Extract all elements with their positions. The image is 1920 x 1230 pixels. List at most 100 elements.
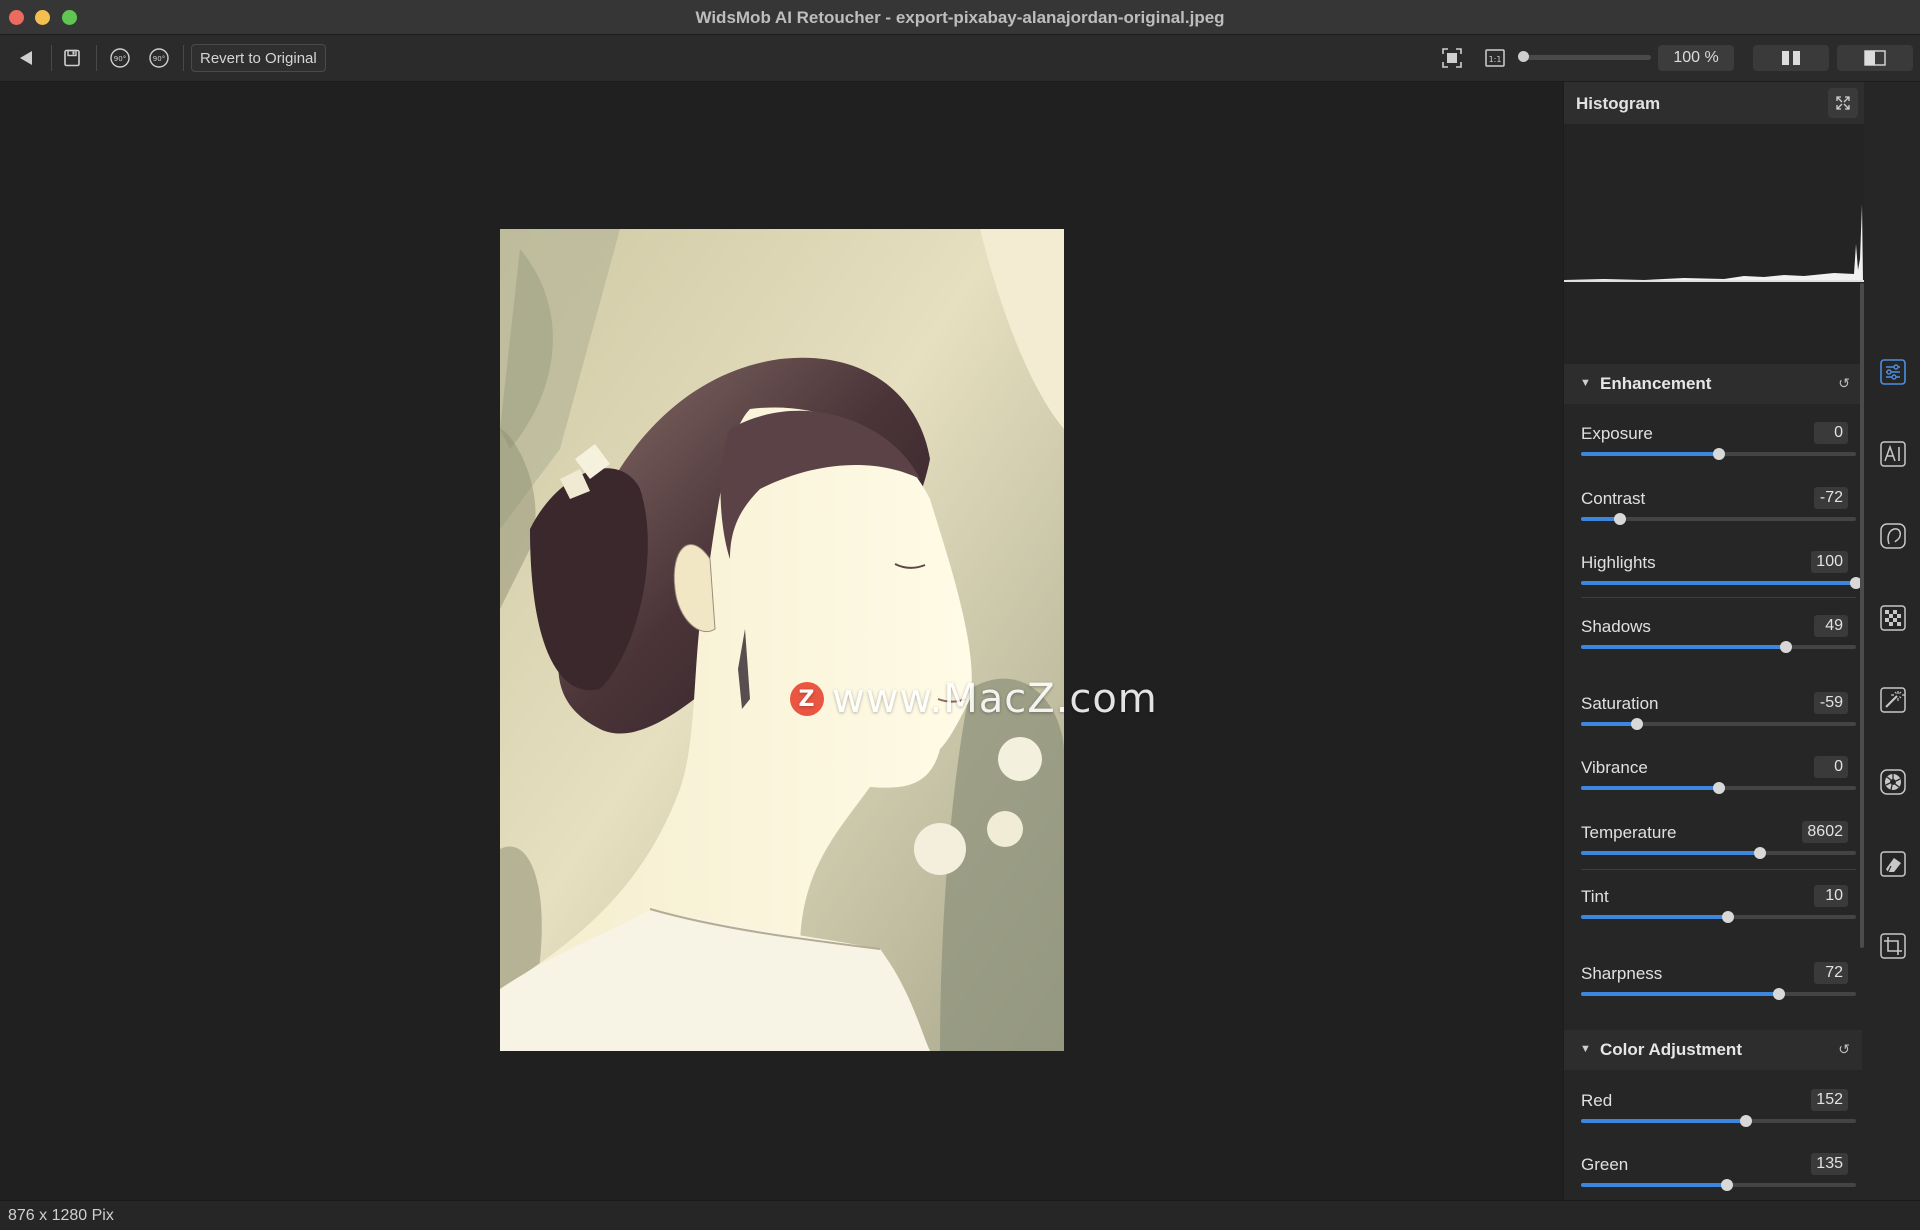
slider-track[interactable] bbox=[1581, 448, 1856, 460]
slider-fill bbox=[1581, 915, 1729, 919]
noise-icon[interactable] bbox=[1878, 603, 1908, 633]
magic-wand-icon[interactable] bbox=[1878, 685, 1908, 715]
slider-label: Red bbox=[1581, 1091, 1613, 1110]
eraser-icon[interactable] bbox=[1878, 849, 1908, 879]
slider-exposure: Exposure 0 bbox=[1564, 416, 1862, 480]
expand-histogram-button[interactable] bbox=[1828, 88, 1858, 118]
back-arrow-icon[interactable] bbox=[12, 44, 40, 72]
image-size-label: 876 x 1280 Pix bbox=[8, 1207, 114, 1224]
slider-value-field[interactable]: 152 bbox=[1811, 1089, 1848, 1111]
slider-track[interactable] bbox=[1581, 1179, 1856, 1191]
slider-knob[interactable] bbox=[1712, 448, 1725, 460]
collapse-triangle-icon[interactable]: ▼ bbox=[1580, 1043, 1591, 1055]
face-icon[interactable] bbox=[1878, 521, 1908, 551]
slider-knob[interactable] bbox=[1631, 718, 1644, 730]
adjustment-panel: Histogram ▼ Enhancement ↺ Exposure 0 Contr… bbox=[1563, 82, 1864, 1200]
slider-fill bbox=[1581, 1119, 1746, 1123]
side-by-side-view-button[interactable] bbox=[1753, 45, 1829, 71]
expand-icon bbox=[1836, 96, 1850, 110]
photo-preview bbox=[500, 229, 1064, 1051]
rotate-left-icon[interactable]: 90° bbox=[106, 44, 134, 72]
color-adjustment-section-header[interactable]: ▼ Color Adjustment ↺ bbox=[1564, 1030, 1862, 1070]
slider-knob[interactable] bbox=[1779, 641, 1792, 653]
slider-red: Red 152 bbox=[1564, 1083, 1862, 1147]
zoom-value-field[interactable]: 100 % bbox=[1658, 45, 1734, 71]
slider-track[interactable] bbox=[1581, 1115, 1856, 1127]
color-adjustment-title: Color Adjustment bbox=[1600, 1040, 1742, 1059]
reset-icon[interactable]: ↺ bbox=[1838, 375, 1850, 392]
slider-knob[interactable] bbox=[1720, 1179, 1733, 1191]
revert-to-original-button[interactable]: Revert to Original bbox=[191, 44, 326, 72]
ai-icon[interactable] bbox=[1878, 439, 1908, 469]
slider-track[interactable] bbox=[1581, 718, 1856, 730]
slider-label: Exposure bbox=[1581, 424, 1653, 443]
save-icon[interactable] bbox=[58, 44, 86, 72]
slider-fill bbox=[1581, 992, 1779, 996]
slider-value-field[interactable]: 8602 bbox=[1802, 821, 1848, 843]
slider-value-field[interactable]: -59 bbox=[1814, 692, 1848, 714]
slider-knob[interactable] bbox=[1722, 911, 1735, 923]
title-bar: WidsMob AI Retoucher - export-pixabay-al… bbox=[0, 0, 1920, 35]
slider-track[interactable] bbox=[1581, 847, 1856, 859]
slider-value-field[interactable]: -72 bbox=[1814, 487, 1848, 509]
crop-icon[interactable] bbox=[1878, 931, 1908, 961]
image-canvas[interactable]: Z www.MacZ.com bbox=[0, 82, 1563, 1200]
fit-screen-icon[interactable] bbox=[1438, 44, 1466, 72]
slider-fill bbox=[1581, 786, 1719, 790]
window-title: WidsMob AI Retoucher - export-pixabay-al… bbox=[695, 8, 1225, 27]
slider-track[interactable] bbox=[1581, 641, 1856, 653]
enhancement-title: Enhancement bbox=[1600, 374, 1712, 393]
watermark-logo: Z bbox=[790, 682, 824, 716]
tool-rail bbox=[1864, 82, 1920, 1200]
slider-track[interactable] bbox=[1581, 577, 1862, 589]
slider-highlights: Highlights 100 bbox=[1564, 545, 1862, 609]
slider-label: Sharpness bbox=[1581, 964, 1663, 983]
rotate-right-icon[interactable]: 90° bbox=[145, 44, 173, 72]
adjustments-icon[interactable] bbox=[1878, 357, 1908, 387]
slider-contrast: Contrast -72 bbox=[1564, 481, 1862, 545]
svg-text:90°: 90° bbox=[153, 55, 165, 63]
slider-green: Green 135 bbox=[1564, 1147, 1862, 1200]
watermark-text: www.MacZ.com bbox=[832, 676, 1158, 722]
toolbar-divider bbox=[96, 45, 97, 71]
slider-knob[interactable] bbox=[1740, 1115, 1752, 1127]
histogram-title: Histogram bbox=[1576, 94, 1661, 113]
slider-track[interactable] bbox=[1581, 988, 1856, 1000]
slider-track[interactable] bbox=[1581, 782, 1856, 794]
slider-saturation: Saturation -59 bbox=[1564, 686, 1862, 750]
side-by-side-icon bbox=[1782, 51, 1800, 65]
enhancement-section-header[interactable]: ▼ Enhancement ↺ bbox=[1564, 364, 1862, 404]
slider-value-field[interactable]: 49 bbox=[1814, 615, 1848, 637]
zoom-slider[interactable] bbox=[1523, 55, 1651, 60]
aperture-icon[interactable] bbox=[1878, 767, 1908, 797]
svg-text:1:1: 1:1 bbox=[1489, 55, 1502, 64]
collapse-triangle-icon[interactable]: ▼ bbox=[1580, 377, 1591, 389]
slider-knob[interactable] bbox=[1773, 988, 1785, 1000]
slider-label: Temperature bbox=[1581, 823, 1677, 842]
histogram-header: Histogram bbox=[1564, 82, 1864, 124]
actual-size-icon[interactable]: 1:1 bbox=[1481, 44, 1509, 72]
toolbar-divider bbox=[183, 45, 184, 71]
slider-tint: Tint 10 bbox=[1564, 879, 1862, 943]
slider-fill bbox=[1581, 452, 1719, 456]
slider-value-field[interactable]: 0 bbox=[1814, 756, 1848, 778]
reset-icon[interactable]: ↺ bbox=[1838, 1041, 1850, 1058]
compare-view-button[interactable] bbox=[1837, 45, 1913, 71]
slider-knob[interactable] bbox=[1712, 782, 1725, 794]
slider-knob[interactable] bbox=[1753, 847, 1766, 859]
slider-knob[interactable] bbox=[1613, 513, 1626, 525]
slider-value-field[interactable]: 0 bbox=[1814, 422, 1848, 444]
slider-fill bbox=[1581, 1183, 1727, 1187]
slider-fill bbox=[1581, 851, 1760, 855]
slider-value-field[interactable]: 135 bbox=[1811, 1153, 1848, 1175]
slider-value-field[interactable]: 72 bbox=[1814, 962, 1848, 984]
status-bar: 876 x 1280 Pix bbox=[0, 1200, 1920, 1230]
slider-track[interactable] bbox=[1581, 513, 1856, 525]
slider-label: Shadows bbox=[1581, 617, 1651, 636]
slider-sharpness: Sharpness 72 bbox=[1564, 956, 1862, 1020]
slider-value-field[interactable]: 10 bbox=[1814, 885, 1848, 907]
slider-track[interactable] bbox=[1581, 911, 1856, 923]
histogram-graph bbox=[1564, 124, 1864, 364]
slider-value-field[interactable]: 100 bbox=[1811, 551, 1848, 573]
zoom-slider-knob[interactable] bbox=[1518, 51, 1529, 62]
